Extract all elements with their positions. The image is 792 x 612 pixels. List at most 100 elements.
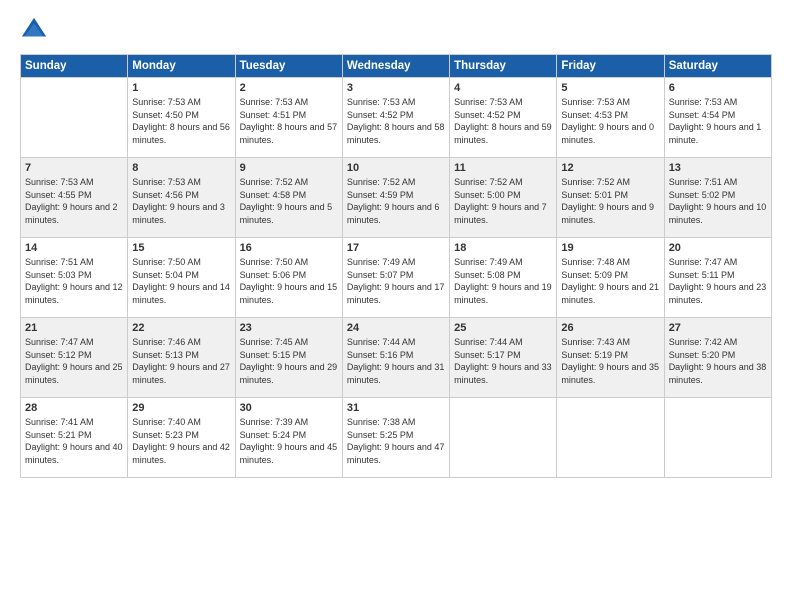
header-day: Friday xyxy=(557,55,664,78)
day-number: 3 xyxy=(347,82,445,94)
day-number: 9 xyxy=(240,162,338,174)
calendar-cell: 21 Sunrise: 7:47 AM Sunset: 5:12 PM Dayli… xyxy=(21,318,128,398)
day-info: Sunrise: 7:44 AM Sunset: 5:17 PM Dayligh… xyxy=(454,336,552,386)
header-day: Tuesday xyxy=(235,55,342,78)
calendar-cell: 9 Sunrise: 7:52 AM Sunset: 4:58 PM Daylig… xyxy=(235,158,342,238)
day-info: Sunrise: 7:42 AM Sunset: 5:20 PM Dayligh… xyxy=(669,336,767,386)
day-number: 7 xyxy=(25,162,123,174)
day-number: 27 xyxy=(669,322,767,334)
day-number: 18 xyxy=(454,242,552,254)
day-info: Sunrise: 7:50 AM Sunset: 5:06 PM Dayligh… xyxy=(240,256,338,306)
header-day: Wednesday xyxy=(342,55,449,78)
day-info: Sunrise: 7:39 AM Sunset: 5:24 PM Dayligh… xyxy=(240,416,338,466)
calendar-cell: 15 Sunrise: 7:50 AM Sunset: 5:04 PM Dayli… xyxy=(128,238,235,318)
day-number: 20 xyxy=(669,242,767,254)
day-info: Sunrise: 7:45 AM Sunset: 5:15 PM Dayligh… xyxy=(240,336,338,386)
day-number: 25 xyxy=(454,322,552,334)
calendar-cell: 22 Sunrise: 7:46 AM Sunset: 5:13 PM Dayli… xyxy=(128,318,235,398)
day-number: 15 xyxy=(132,242,230,254)
calendar-cell: 24Sunrise: 7:44 AM Sunset: 5:16 PM Dayli… xyxy=(342,318,449,398)
day-info: Sunrise: 7:49 AM Sunset: 5:08 PM Dayligh… xyxy=(454,256,552,306)
week-row: 28 Sunrise: 7:41 AM Sunset: 5:21 PM Dayli… xyxy=(21,398,772,478)
calendar-cell: 3Sunrise: 7:53 AM Sunset: 4:52 PM Daylig… xyxy=(342,78,449,158)
calendar-cell: 16Sunrise: 7:50 AM Sunset: 5:06 PM Dayli… xyxy=(235,238,342,318)
calendar-cell: 2 Sunrise: 7:53 AM Sunset: 4:51 PM Daylig… xyxy=(235,78,342,158)
week-row: 21 Sunrise: 7:47 AM Sunset: 5:12 PM Dayli… xyxy=(21,318,772,398)
day-number: 28 xyxy=(25,402,123,414)
day-number: 22 xyxy=(132,322,230,334)
logo xyxy=(20,16,52,44)
header xyxy=(20,16,772,44)
day-number: 6 xyxy=(669,82,767,94)
calendar-cell: 12Sunrise: 7:52 AM Sunset: 5:01 PM Dayli… xyxy=(557,158,664,238)
day-info: Sunrise: 7:48 AM Sunset: 5:09 PM Dayligh… xyxy=(561,256,659,306)
calendar-cell: 10Sunrise: 7:52 AM Sunset: 4:59 PM Dayli… xyxy=(342,158,449,238)
day-info: Sunrise: 7:52 AM Sunset: 4:58 PM Dayligh… xyxy=(240,176,338,226)
calendar-cell: 29Sunrise: 7:40 AM Sunset: 5:23 PM Dayli… xyxy=(128,398,235,478)
calendar-cell: 20 Sunrise: 7:47 AM Sunset: 5:11 PM Dayli… xyxy=(664,238,771,318)
day-number: 21 xyxy=(25,322,123,334)
day-info: Sunrise: 7:53 AM Sunset: 4:54 PM Dayligh… xyxy=(669,96,767,146)
day-info: Sunrise: 7:49 AM Sunset: 5:07 PM Dayligh… xyxy=(347,256,445,306)
day-info: Sunrise: 7:53 AM Sunset: 4:51 PM Dayligh… xyxy=(240,96,338,146)
day-number: 19 xyxy=(561,242,659,254)
calendar-cell: 8 Sunrise: 7:53 AM Sunset: 4:56 PM Daylig… xyxy=(128,158,235,238)
day-number: 2 xyxy=(240,82,338,94)
calendar-cell: 27 Sunrise: 7:42 AM Sunset: 5:20 PM Dayli… xyxy=(664,318,771,398)
calendar-cell: 23 Sunrise: 7:45 AM Sunset: 5:15 PM Dayli… xyxy=(235,318,342,398)
calendar-cell xyxy=(664,398,771,478)
day-info: Sunrise: 7:53 AM Sunset: 4:56 PM Dayligh… xyxy=(132,176,230,226)
day-number: 14 xyxy=(25,242,123,254)
day-number: 1 xyxy=(132,82,230,94)
day-number: 23 xyxy=(240,322,338,334)
day-number: 5 xyxy=(561,82,659,94)
day-number: 30 xyxy=(240,402,338,414)
day-info: Sunrise: 7:51 AM Sunset: 5:03 PM Dayligh… xyxy=(25,256,123,306)
day-info: Sunrise: 7:47 AM Sunset: 5:11 PM Dayligh… xyxy=(669,256,767,306)
day-number: 31 xyxy=(347,402,445,414)
logo-icon xyxy=(20,16,48,44)
day-info: Sunrise: 7:46 AM Sunset: 5:13 PM Dayligh… xyxy=(132,336,230,386)
day-info: Sunrise: 7:51 AM Sunset: 5:02 PM Dayligh… xyxy=(669,176,767,226)
header-row: SundayMondayTuesdayWednesdayThursdayFrid… xyxy=(21,55,772,78)
calendar-cell: 13Sunrise: 7:51 AM Sunset: 5:02 PM Dayli… xyxy=(664,158,771,238)
calendar-cell: 6 Sunrise: 7:53 AM Sunset: 4:54 PM Daylig… xyxy=(664,78,771,158)
day-info: Sunrise: 7:53 AM Sunset: 4:52 PM Dayligh… xyxy=(454,96,552,146)
calendar-cell xyxy=(21,78,128,158)
calendar-table: SundayMondayTuesdayWednesdayThursdayFrid… xyxy=(20,54,772,478)
header-day: Saturday xyxy=(664,55,771,78)
day-info: Sunrise: 7:38 AM Sunset: 5:25 PM Dayligh… xyxy=(347,416,445,466)
week-row: 14 Sunrise: 7:51 AM Sunset: 5:03 PM Dayli… xyxy=(21,238,772,318)
calendar-cell: 18 Sunrise: 7:49 AM Sunset: 5:08 PM Dayli… xyxy=(450,238,557,318)
day-info: Sunrise: 7:52 AM Sunset: 4:59 PM Dayligh… xyxy=(347,176,445,226)
day-info: Sunrise: 7:41 AM Sunset: 5:21 PM Dayligh… xyxy=(25,416,123,466)
page: SundayMondayTuesdayWednesdayThursdayFrid… xyxy=(0,0,792,612)
day-info: Sunrise: 7:47 AM Sunset: 5:12 PM Dayligh… xyxy=(25,336,123,386)
day-info: Sunrise: 7:52 AM Sunset: 5:01 PM Dayligh… xyxy=(561,176,659,226)
day-number: 4 xyxy=(454,82,552,94)
day-info: Sunrise: 7:52 AM Sunset: 5:00 PM Dayligh… xyxy=(454,176,552,226)
calendar-cell: 26Sunrise: 7:43 AM Sunset: 5:19 PM Dayli… xyxy=(557,318,664,398)
calendar-cell: 17Sunrise: 7:49 AM Sunset: 5:07 PM Dayli… xyxy=(342,238,449,318)
calendar-cell xyxy=(450,398,557,478)
calendar-cell: 4 Sunrise: 7:53 AM Sunset: 4:52 PM Daylig… xyxy=(450,78,557,158)
header-day: Sunday xyxy=(21,55,128,78)
day-info: Sunrise: 7:53 AM Sunset: 4:55 PM Dayligh… xyxy=(25,176,123,226)
calendar-cell: 19 Sunrise: 7:48 AM Sunset: 5:09 PM Dayli… xyxy=(557,238,664,318)
day-number: 8 xyxy=(132,162,230,174)
header-day: Monday xyxy=(128,55,235,78)
day-number: 11 xyxy=(454,162,552,174)
calendar-cell: 25 Sunrise: 7:44 AM Sunset: 5:17 PM Dayli… xyxy=(450,318,557,398)
calendar-cell xyxy=(557,398,664,478)
day-info: Sunrise: 7:50 AM Sunset: 5:04 PM Dayligh… xyxy=(132,256,230,306)
calendar-cell: 11 Sunrise: 7:52 AM Sunset: 5:00 PM Dayli… xyxy=(450,158,557,238)
day-info: Sunrise: 7:53 AM Sunset: 4:53 PM Dayligh… xyxy=(561,96,659,146)
calendar-cell: 1Sunrise: 7:53 AM Sunset: 4:50 PM Daylig… xyxy=(128,78,235,158)
day-number: 26 xyxy=(561,322,659,334)
day-info: Sunrise: 7:40 AM Sunset: 5:23 PM Dayligh… xyxy=(132,416,230,466)
day-info: Sunrise: 7:44 AM Sunset: 5:16 PM Dayligh… xyxy=(347,336,445,386)
header-day: Thursday xyxy=(450,55,557,78)
calendar-cell: 31 Sunrise: 7:38 AM Sunset: 5:25 PM Dayli… xyxy=(342,398,449,478)
calendar-cell: 7 Sunrise: 7:53 AM Sunset: 4:55 PM Daylig… xyxy=(21,158,128,238)
week-row: 7 Sunrise: 7:53 AM Sunset: 4:55 PM Daylig… xyxy=(21,158,772,238)
